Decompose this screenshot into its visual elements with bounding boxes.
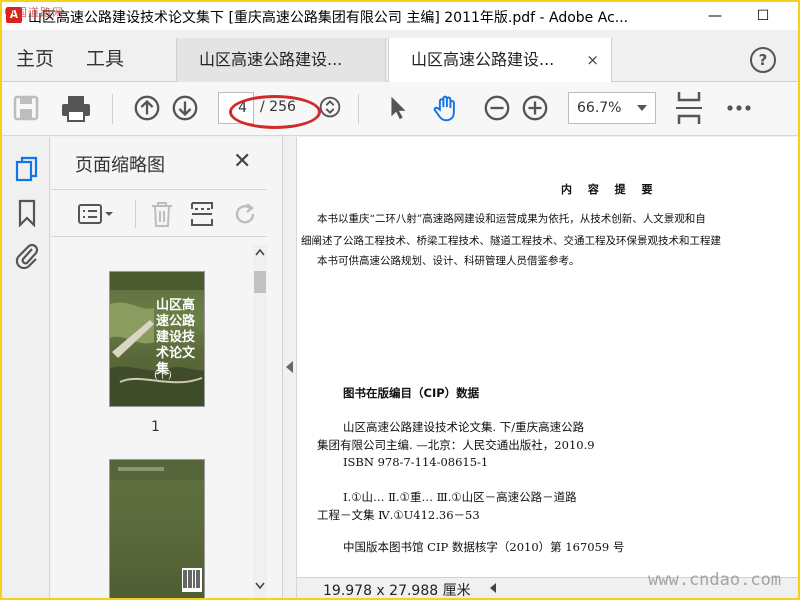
fit-page-icon[interactable] xyxy=(674,90,704,126)
page-heading: 内 容 提 要 xyxy=(561,183,659,196)
tools-link[interactable]: 工具 xyxy=(86,44,124,71)
document-page[interactable]: 内 容 提 要 本书以重庆“二环八射”高速路网建设和运营成果为依托，从技术创新、… xyxy=(297,137,798,577)
attachment-icon[interactable] xyxy=(14,241,40,269)
thumbnail-options-icon[interactable] xyxy=(77,202,115,226)
thumbnail-tools xyxy=(51,189,267,237)
site-watermark-url: www.cndao.com xyxy=(648,570,782,590)
thumbnail-cover-subtitle: (下) xyxy=(154,370,172,381)
next-page-icon[interactable] xyxy=(170,94,200,122)
doc-paragraph: 本书可供高速公路规划、设计、科研管理人员借鉴参考。 xyxy=(317,255,580,267)
hand-tool-icon[interactable] xyxy=(430,94,462,122)
toolbar-divider xyxy=(112,94,113,124)
title-bar: A 山区高速公路建设技术论文集下 [重庆高速公路集团有限公司 主编] 2011年… xyxy=(2,2,798,30)
tab-close-icon[interactable]: × xyxy=(586,38,599,82)
page-total: / 256 xyxy=(260,99,296,115)
chevron-down-icon xyxy=(637,105,647,111)
page-thumbnails-icon[interactable] xyxy=(14,155,40,183)
page-stepper-icon[interactable] xyxy=(318,94,342,122)
delete-icon[interactable] xyxy=(149,200,175,228)
app-window: A 山区高速公路建设技术论文集下 [重庆高速公路集团有限公司 主编] 2011年… xyxy=(2,2,798,598)
document-tab-label: 山区高速公路建设... xyxy=(411,50,555,69)
cip-line: 集团有限公司主编. —北京：人民交通出版社，2010.9 xyxy=(317,438,595,452)
zoom-in-icon[interactable] xyxy=(520,94,550,122)
thumbnail-page-number: 1 xyxy=(151,419,160,435)
scroll-down-icon[interactable] xyxy=(254,581,266,591)
cip-heading: 图书在版编目（CIP）数据 xyxy=(343,386,480,400)
cip-line: 山区高速公路建设技术论文集. 下/重庆高速公路 xyxy=(343,420,585,434)
window-title: 山区高速公路建设技术论文集下 [重庆高速公路集团有限公司 主编] 2011年版.… xyxy=(28,10,629,26)
document-tab-label: 山区高速公路建设... xyxy=(199,50,343,69)
help-icon[interactable]: ? xyxy=(750,47,776,73)
cip-line: 中国版本图书馆 CIP 数据核字（2010）第 167059 号 xyxy=(343,540,625,554)
doc-paragraph: 本书以重庆“二环八射”高速路网建设和运营成果为依托，从技术创新、人文景观和自 xyxy=(317,213,706,225)
document-tab[interactable]: 山区高速公路建设... xyxy=(176,38,386,82)
cip-line: 工程－文集 Ⅳ.①U412.36－53 xyxy=(317,508,480,522)
page-dimensions: 19.978 x 27.988 厘米 xyxy=(323,583,471,598)
page-thumbnail-2[interactable] xyxy=(109,459,205,598)
save-icon[interactable] xyxy=(12,94,40,122)
doc-paragraph: 细阐述了公路工程技术、桥梁工程技术、隧道工程技术、交通工程及环保景观技术和工程建 xyxy=(301,235,721,247)
site-watermark: 中国道路网 xyxy=(4,6,64,19)
cip-line: Ⅰ.①山… Ⅱ.①重… Ⅲ.①山区－高速公路－道路 xyxy=(343,490,577,504)
close-icon[interactable]: ✕ xyxy=(233,149,251,174)
cip-line: ISBN 978-7-114-08615-1 xyxy=(343,455,489,469)
scrollbar-thumb[interactable] xyxy=(254,271,266,293)
toolbar: 4 / 256 66.7% xyxy=(2,82,798,136)
bookmark-icon[interactable] xyxy=(14,199,40,227)
home-link[interactable]: 主页 xyxy=(16,44,54,71)
scroll-up-icon[interactable] xyxy=(254,247,266,257)
page-thumbnail-1[interactable]: 山区高速公路建设技术论文集 (下) xyxy=(109,271,205,407)
minimize-button[interactable]: — xyxy=(692,2,738,30)
select-cursor-icon[interactable] xyxy=(386,94,410,122)
zoom-dropdown[interactable]: 66.7% xyxy=(568,92,656,124)
left-rail xyxy=(2,137,50,598)
toolbar-divider xyxy=(358,94,359,124)
panel-collapse-handle[interactable] xyxy=(283,137,297,598)
rotate-icon[interactable] xyxy=(231,200,259,228)
collapse-arrow-icon xyxy=(286,361,293,373)
toolbar-divider xyxy=(135,200,136,228)
panel-title: 页面缩略图 xyxy=(75,155,165,176)
back-cover-image xyxy=(110,460,204,592)
thumbnail-panel: 页面缩略图 ✕ 山区高速公路建设技术论文集 (下) 1 xyxy=(51,137,283,598)
zoom-value: 66.7% xyxy=(577,100,622,116)
more-options-icon[interactable] xyxy=(726,94,752,122)
zoom-out-icon[interactable] xyxy=(482,94,512,122)
previous-page-icon[interactable] xyxy=(132,94,162,122)
maximize-button[interactable]: ☐ xyxy=(740,2,786,30)
extract-pages-icon[interactable] xyxy=(189,200,215,228)
scroll-left-icon[interactable] xyxy=(490,583,496,593)
document-tab-active[interactable]: 山区高速公路建设... × xyxy=(388,38,612,82)
page-number-input[interactable]: 4 xyxy=(218,92,254,124)
print-icon[interactable] xyxy=(60,94,92,122)
thumbnail-scrollbar[interactable] xyxy=(253,245,267,598)
tab-bar: 主页 工具 山区高速公路建设... 山区高速公路建设... × ? xyxy=(2,30,798,82)
